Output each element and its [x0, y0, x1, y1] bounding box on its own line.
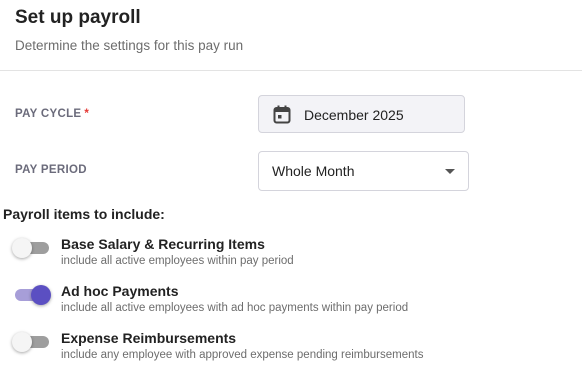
pay-period-label: PAY PERIOD [15, 164, 87, 176]
expense-description: include any employee with approved expen… [61, 349, 424, 361]
page-subtitle: Determine the settings for this pay run [15, 38, 244, 53]
payroll-items-title: Payroll items to include: [3, 206, 165, 222]
page-title: Set up payroll [15, 7, 141, 28]
page-header: Set up payroll Determine the settings fo… [0, 0, 582, 71]
ad-hoc-toggle[interactable] [15, 285, 51, 305]
pay-cycle-label: PAY CYCLE * [15, 108, 89, 120]
required-mark: * [84, 108, 90, 120]
toggle-knob [12, 332, 32, 352]
toggle-knob [12, 238, 32, 258]
base-salary-toggle[interactable] [12, 238, 51, 258]
pay-cycle-value: December 2025 [304, 107, 404, 123]
toggle-knob [31, 285, 51, 305]
ad-hoc-label: Ad hoc Payments [61, 283, 179, 299]
pay-period-select[interactable]: Whole Month [258, 151, 469, 191]
pay-period-value: Whole Month [272, 163, 355, 179]
calendar-icon [273, 105, 291, 124]
ad-hoc-description: include all active employees with ad hoc… [61, 302, 409, 314]
payroll-item-ad-hoc: Ad hoc Payments include all active emplo… [0, 283, 582, 323]
caret-down-icon [445, 169, 455, 174]
payroll-item-expense: Expense Reimbursements include any emplo… [0, 330, 582, 370]
base-salary-description: include all active employees within pay … [61, 255, 294, 267]
payroll-item-base-salary: Base Salary & Recurring Items include al… [0, 236, 582, 276]
expense-label: Expense Reimbursements [61, 330, 237, 346]
pay-cycle-date-picker[interactable]: December 2025 [258, 95, 465, 133]
pay-cycle-label-text: PAY CYCLE [15, 108, 82, 120]
expense-toggle[interactable] [12, 332, 51, 352]
base-salary-label: Base Salary & Recurring Items [61, 236, 265, 252]
